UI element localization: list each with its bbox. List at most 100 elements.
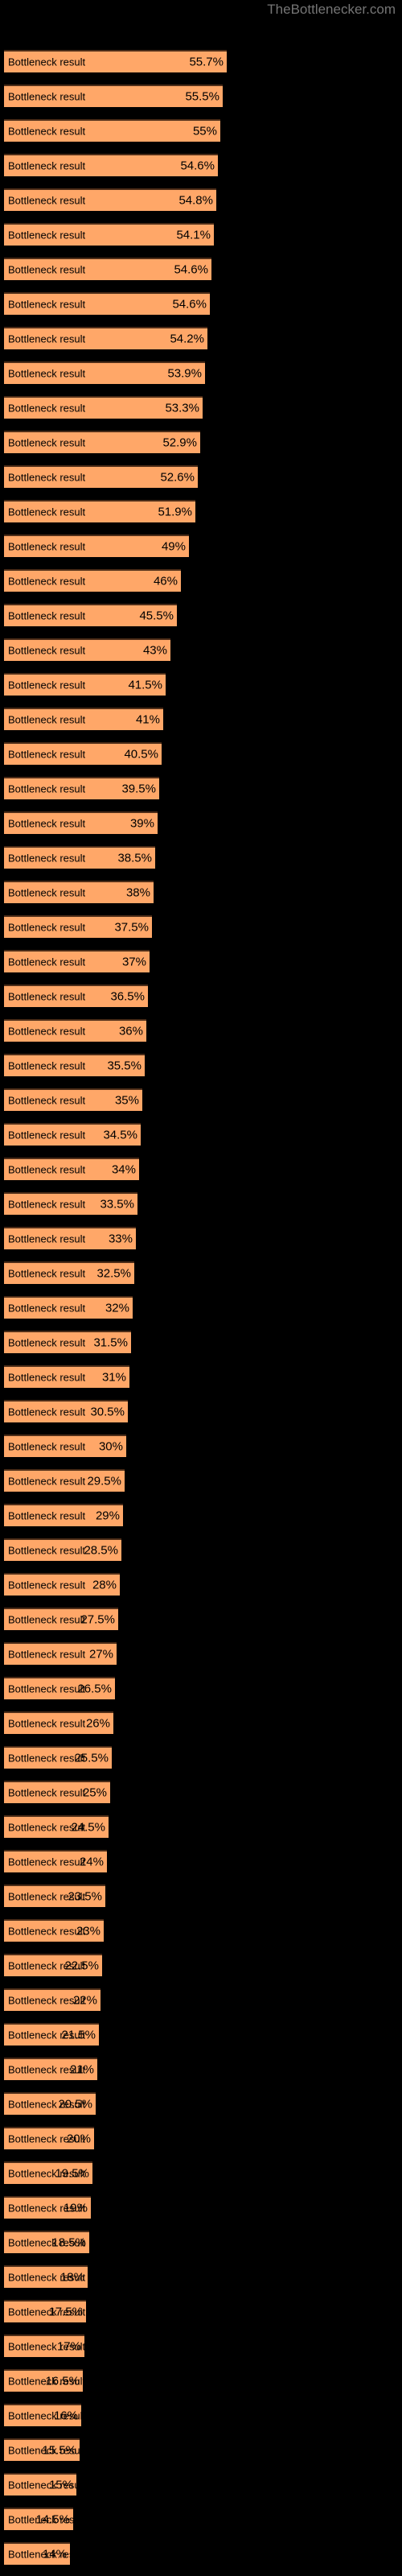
- bar[interactable]: Bottleneck result 33%: [4, 1227, 136, 1249]
- bar[interactable]: Bottleneck result 31%: [4, 1365, 129, 1388]
- bar[interactable]: Bottleneck result 19%: [4, 2196, 91, 2219]
- bar[interactable]: Bottleneck result 45.5%: [4, 604, 177, 626]
- bar[interactable]: Bottleneck result 55.7%: [4, 50, 227, 72]
- bar-row[interactable]: Bottleneck result 20%: [4, 2127, 94, 2149]
- bar[interactable]: Bottleneck result 34%: [4, 1158, 139, 1180]
- bar[interactable]: Bottleneck result 36.5%: [4, 985, 148, 1007]
- bar-row[interactable]: Bottleneck result 21%: [4, 2058, 97, 2080]
- bar-row[interactable]: Bottleneck result 19%: [4, 2196, 91, 2219]
- bar-row[interactable]: Bottleneck result 29.5%: [4, 1469, 125, 1492]
- bar[interactable]: Bottleneck result 27%: [4, 1642, 117, 1665]
- bar[interactable]: Bottleneck result 41.5%: [4, 673, 166, 696]
- bar-row[interactable]: Bottleneck result 17%: [4, 2334, 84, 2357]
- bar-row[interactable]: Bottleneck result 54.1%: [4, 223, 214, 246]
- bar-row[interactable]: Bottleneck result 40.5%: [4, 742, 162, 765]
- bar[interactable]: Bottleneck result 23%: [4, 1919, 104, 1942]
- bar[interactable]: Bottleneck result 33.5%: [4, 1192, 137, 1215]
- bar-row[interactable]: Bottleneck result 24.5%: [4, 1815, 109, 1838]
- bar-row[interactable]: Bottleneck result 39%: [4, 811, 158, 834]
- bar[interactable]: Bottleneck result 25%: [4, 1781, 110, 1803]
- bar-row[interactable]: Bottleneck result 22.5%: [4, 1954, 102, 1976]
- bar-row[interactable]: Bottleneck result 34.5%: [4, 1123, 141, 1146]
- bar[interactable]: Bottleneck result 54.2%: [4, 327, 207, 349]
- bar[interactable]: Bottleneck result 34.5%: [4, 1123, 141, 1146]
- bar-row[interactable]: Bottleneck result 17.5%: [4, 2300, 86, 2322]
- bar[interactable]: Bottleneck result 40.5%: [4, 742, 162, 765]
- bar[interactable]: Bottleneck result 39.5%: [4, 777, 159, 799]
- bar[interactable]: Bottleneck result 53.9%: [4, 361, 205, 384]
- bar[interactable]: Bottleneck result 17%: [4, 2334, 84, 2357]
- bar-row[interactable]: Bottleneck result 54.6%: [4, 292, 210, 315]
- bar-row[interactable]: Bottleneck result 28%: [4, 1573, 120, 1596]
- bar-row[interactable]: Bottleneck result 52.6%: [4, 465, 198, 488]
- bar[interactable]: Bottleneck result 28.5%: [4, 1538, 121, 1561]
- bar-row[interactable]: Bottleneck result 30%: [4, 1435, 126, 1457]
- bar[interactable]: Bottleneck result 54.6%: [4, 154, 218, 176]
- bar[interactable]: Bottleneck result 55.5%: [4, 85, 223, 107]
- bar[interactable]: Bottleneck result 18.5%: [4, 2231, 89, 2253]
- bar-row[interactable]: Bottleneck result 52.9%: [4, 431, 200, 453]
- bar[interactable]: Bottleneck result 31.5%: [4, 1331, 131, 1353]
- bar-row[interactable]: Bottleneck result 25.5%: [4, 1746, 112, 1769]
- bar-row[interactable]: Bottleneck result 37%: [4, 950, 150, 972]
- bar-row[interactable]: Bottleneck result 31.5%: [4, 1331, 131, 1353]
- bar-row[interactable]: Bottleneck result 28.5%: [4, 1538, 121, 1561]
- bar[interactable]: Bottleneck result 22.5%: [4, 1954, 102, 1976]
- bar-row[interactable]: Bottleneck result 18%: [4, 2265, 88, 2288]
- bar[interactable]: Bottleneck result 46%: [4, 569, 181, 592]
- bar-row[interactable]: Bottleneck result 54.8%: [4, 188, 216, 211]
- bar-row[interactable]: Bottleneck result 49%: [4, 535, 189, 557]
- bar-row[interactable]: Bottleneck result 45.5%: [4, 604, 177, 626]
- bar[interactable]: Bottleneck result14%: [4, 2542, 70, 2565]
- bar-row[interactable]: Bottleneck result 36%: [4, 1019, 146, 1042]
- bar-row[interactable]: Bottleneck result 55%: [4, 119, 220, 142]
- bar-row[interactable]: Bottleneck result 54.6%: [4, 258, 211, 280]
- bar[interactable]: Bottleneck result 53.3%: [4, 396, 203, 419]
- bar[interactable]: Bottleneck result 41%: [4, 708, 163, 730]
- bar[interactable]: Bottleneck result 55%: [4, 119, 220, 142]
- bar-row[interactable]: Bottleneck result 43%: [4, 638, 170, 661]
- bar-row[interactable]: Bottleneck result 19.5%: [4, 2161, 92, 2184]
- bar-row[interactable]: Bottleneck result 51.9%: [4, 500, 195, 522]
- bar[interactable]: Bottleneck result 37%: [4, 950, 150, 972]
- bar-row[interactable]: Bottleneck result 25%: [4, 1781, 110, 1803]
- bar[interactable]: Bottleneck result 37.5%: [4, 915, 152, 938]
- bar-row[interactable]: Bottleneck result 39.5%: [4, 777, 159, 799]
- bar[interactable]: Bottleneck result 18%: [4, 2265, 88, 2288]
- bar[interactable]: Bottleneck result 38%: [4, 881, 154, 903]
- bar-row[interactable]: Bottleneck result14%: [4, 2542, 70, 2565]
- bar-row[interactable]: Bottleneck result 55.5%: [4, 85, 223, 107]
- bar-row[interactable]: Bottleneck result 34%: [4, 1158, 139, 1180]
- bar[interactable]: Bottleneck result 54.6%: [4, 292, 210, 315]
- bar-row[interactable]: Bottleneck result 36.5%: [4, 985, 148, 1007]
- bar-row[interactable]: Bottleneck result 46%: [4, 569, 181, 592]
- bar-row[interactable]: Bottleneck result 26%: [4, 1711, 113, 1734]
- bar[interactable]: Bottleneck result15%: [4, 2473, 76, 2496]
- bar-row[interactable]: Bottleneck result14.5%: [4, 2508, 73, 2530]
- bar-row[interactable]: Bottleneck result 23.5%: [4, 1885, 105, 1907]
- bar[interactable]: Bottleneck result 17.5%: [4, 2300, 86, 2322]
- bar-row[interactable]: Bottleneck result 38.5%: [4, 846, 155, 869]
- bar-row[interactable]: Bottleneck result 16.5%: [4, 2369, 83, 2392]
- bar[interactable]: Bottleneck result 24.5%: [4, 1815, 109, 1838]
- bar[interactable]: Bottleneck result 54.6%: [4, 258, 211, 280]
- bar-row[interactable]: Bottleneck result 37.5%: [4, 915, 152, 938]
- bar[interactable]: Bottleneck result 39%: [4, 811, 158, 834]
- bar[interactable]: Bottleneck result 30.5%: [4, 1400, 128, 1422]
- bar[interactable]: Bottleneck result 30%: [4, 1435, 126, 1457]
- bar[interactable]: Bottleneck result 32%: [4, 1296, 133, 1319]
- bar[interactable]: Bottleneck result 35%: [4, 1088, 142, 1111]
- bar-row[interactable]: Bottleneck result 22%: [4, 1988, 100, 2011]
- bar-row[interactable]: Bottleneck result 35.5%: [4, 1054, 145, 1076]
- bar[interactable]: Bottleneck result 23.5%: [4, 1885, 105, 1907]
- bar[interactable]: Bottleneck result 26.5%: [4, 1677, 115, 1699]
- bar-row[interactable]: Bottleneck result 31%: [4, 1365, 129, 1388]
- bar[interactable]: Bottleneck result 19.5%: [4, 2161, 92, 2184]
- bar[interactable]: Bottleneck result 52.9%: [4, 431, 200, 453]
- bar[interactable]: Bottleneck result 15.5%: [4, 2438, 80, 2461]
- bar-row[interactable]: Bottleneck result 41.5%: [4, 673, 166, 696]
- bar-row[interactable]: Bottleneck result 32.5%: [4, 1261, 134, 1284]
- bar[interactable]: Bottleneck result 21.5%: [4, 2023, 99, 2046]
- bar[interactable]: Bottleneck result 52.6%: [4, 465, 198, 488]
- bar[interactable]: Bottleneck result 25.5%: [4, 1746, 112, 1769]
